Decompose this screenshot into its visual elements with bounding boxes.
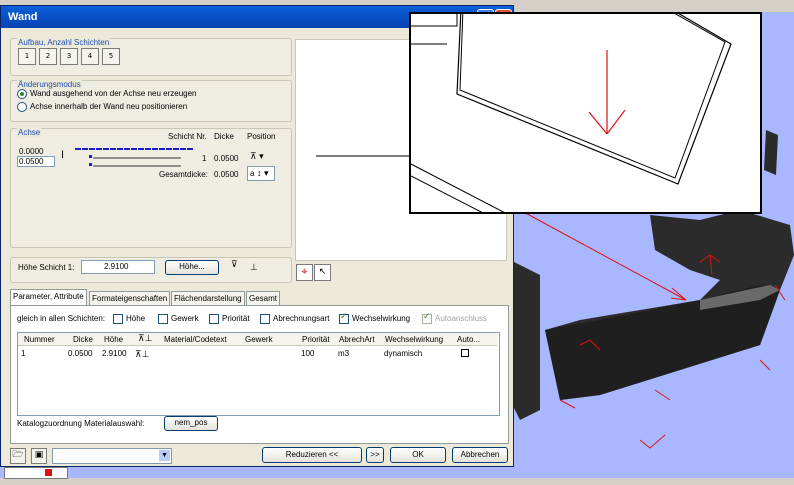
aenderungsmodus-group: Änderungsmodus — [10, 80, 292, 122]
position-align-icon[interactable]: ⊼ ▾ — [250, 151, 264, 162]
bottom-status-strip — [0, 478, 794, 485]
check-autoanschluss — [422, 312, 432, 324]
radio-neu-erzeugen-label: Wand ausgehend von der Achse neu erzeuge… — [30, 89, 197, 98]
layer-swatch-strip — [4, 467, 68, 479]
tab-flaechendarstellung[interactable]: Flächendarstellung — [171, 291, 245, 306]
th-prioritaet: Priorität — [302, 335, 330, 344]
col-dicke: Dicke — [214, 132, 235, 141]
hoehe-button[interactable]: Höhe... — [165, 260, 219, 275]
check-wechselwirkung-label: Wechselwirkung — [352, 314, 411, 323]
hoehe-input[interactable]: 2.9100 — [81, 260, 155, 274]
gesamtdicke-value: 0.0500 — [214, 170, 239, 179]
ok-button[interactable]: OK — [390, 447, 446, 463]
forward-button[interactable]: >> — [366, 447, 384, 463]
check-prioritaet-label: Priorität — [222, 314, 250, 323]
layer-3-button[interactable]: 3 — [60, 48, 78, 65]
nem-pos-button[interactable]: nem_pos — [164, 416, 218, 431]
tab-formateigenschaften[interactable]: Formateigenschaften — [89, 291, 171, 306]
table-row[interactable]: 1 0.0500 2.9100 ⊼⊥ 100 m3 dynamisch — [18, 346, 497, 364]
gesamtdicke-label: Gesamtdicke: — [159, 170, 208, 179]
folder-icon[interactable]: 🗁 — [10, 448, 26, 464]
achse-value-1: 0.0000 — [19, 147, 44, 156]
th-wechselwirkung: Wechselwirkung — [385, 335, 444, 344]
check-abrechnungsart-label: Abrechnungsart — [273, 314, 330, 323]
dialog-title: Wand — [8, 11, 38, 23]
row-align-icon[interactable]: ⊼⊥ — [135, 349, 149, 360]
layer-4-button[interactable]: 4 — [81, 48, 99, 65]
check-abrechnungsart[interactable] — [260, 314, 270, 324]
col-position: Position — [247, 132, 276, 141]
th-align-icon: ⊼⊥ — [138, 333, 153, 343]
position-dropdown[interactable]: a ↕ ▾ — [247, 166, 275, 181]
check-gewerk-label: Gewerk — [171, 314, 199, 323]
gleich-label: gleich in allen Schichten: — [17, 314, 106, 323]
th-material: Material/Codetext — [164, 335, 227, 344]
check-hoehe[interactable] — [113, 314, 123, 324]
th-hoehe: Höhe — [104, 335, 124, 344]
th-abrechart: AbrechArt — [339, 335, 375, 344]
row-nr: 1 — [202, 154, 207, 163]
check-autoanschluss-label: Autoanschluss — [435, 314, 488, 323]
bottom-align-icon[interactable]: ⊥ — [250, 262, 258, 273]
achse-value-2-field[interactable]: 0.0500 — [17, 156, 55, 167]
radio-neu-erzeugen[interactable] — [17, 89, 27, 99]
save-icon[interactable]: ▣ — [31, 448, 47, 464]
zoom-drawing — [411, 14, 732, 212]
select-cursor-icon[interactable]: ↖ — [314, 264, 331, 281]
layer-5-button[interactable]: 5 — [102, 48, 120, 65]
auto-checkbox[interactable] — [461, 349, 469, 357]
check-hoehe-label: Höhe — [126, 314, 146, 323]
layer-1-button[interactable]: 1 — [18, 48, 36, 65]
check-prioritaet[interactable] — [209, 314, 219, 324]
check-wechselwirkung[interactable] — [339, 312, 349, 324]
achse-label: Achse — [17, 128, 42, 137]
check-gewerk[interactable] — [158, 314, 168, 324]
radio-neu-positionieren[interactable] — [17, 102, 27, 112]
aenderungsmodus-label: Änderungsmodus — [17, 80, 82, 89]
row-dicke: 0.0500 — [214, 154, 239, 163]
layer-2-button[interactable]: 2 — [39, 48, 57, 65]
favorite-dropdown[interactable]: ▼ — [52, 448, 172, 464]
axis-cursor-icon: I — [61, 149, 65, 161]
aufbau-label: Aufbau, Anzahl Schichten — [17, 38, 111, 47]
reduzieren-button[interactable]: Reduzieren << — [262, 447, 362, 463]
tab-gesamt[interactable]: Gesamt — [246, 291, 281, 306]
th-nummer: Nummer — [24, 335, 55, 344]
col-schicht-nr: Schicht Nr. — [168, 132, 207, 141]
layer-diagram — [75, 148, 193, 167]
color-swatch — [45, 469, 52, 476]
hoehe-label: Höhe Schicht 1: — [18, 263, 75, 272]
top-align-icon[interactable]: ⊽ — [231, 259, 238, 270]
abbrechen-button[interactable]: Abbrechen — [452, 447, 508, 463]
th-gewerk: Gewerk — [245, 335, 273, 344]
th-dicke: Dicke — [73, 335, 94, 344]
zoom-detail-view — [409, 12, 762, 214]
position-updown-icon: ↕ ▾ — [257, 168, 269, 178]
radio-neu-positionieren-label: Achse innerhalb der Wand neu positionier… — [30, 102, 188, 111]
th-auto: Auto... — [457, 335, 481, 344]
target-icon[interactable]: ⌖ — [296, 264, 313, 281]
chevron-down-icon: ▼ — [159, 450, 170, 461]
katalog-label: Katalogzuordnung Materialauswahl: — [17, 419, 145, 428]
